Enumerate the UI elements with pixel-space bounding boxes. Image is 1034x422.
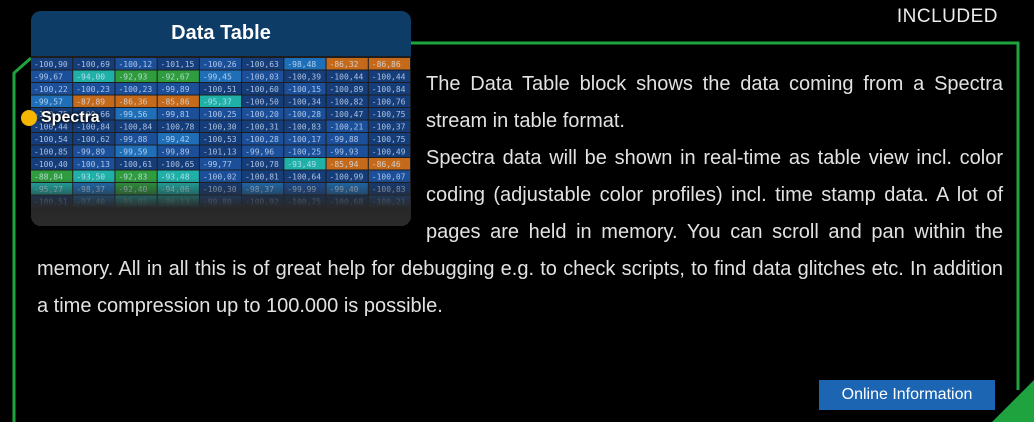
- description: The Data Table block shows the data comi…: [37, 66, 1003, 325]
- spectra-dot-icon: [21, 110, 37, 126]
- card-title: Data Table: [31, 11, 411, 56]
- frame-corner-accent: [992, 380, 1034, 422]
- online-information-button[interactable]: Online Information: [819, 380, 995, 410]
